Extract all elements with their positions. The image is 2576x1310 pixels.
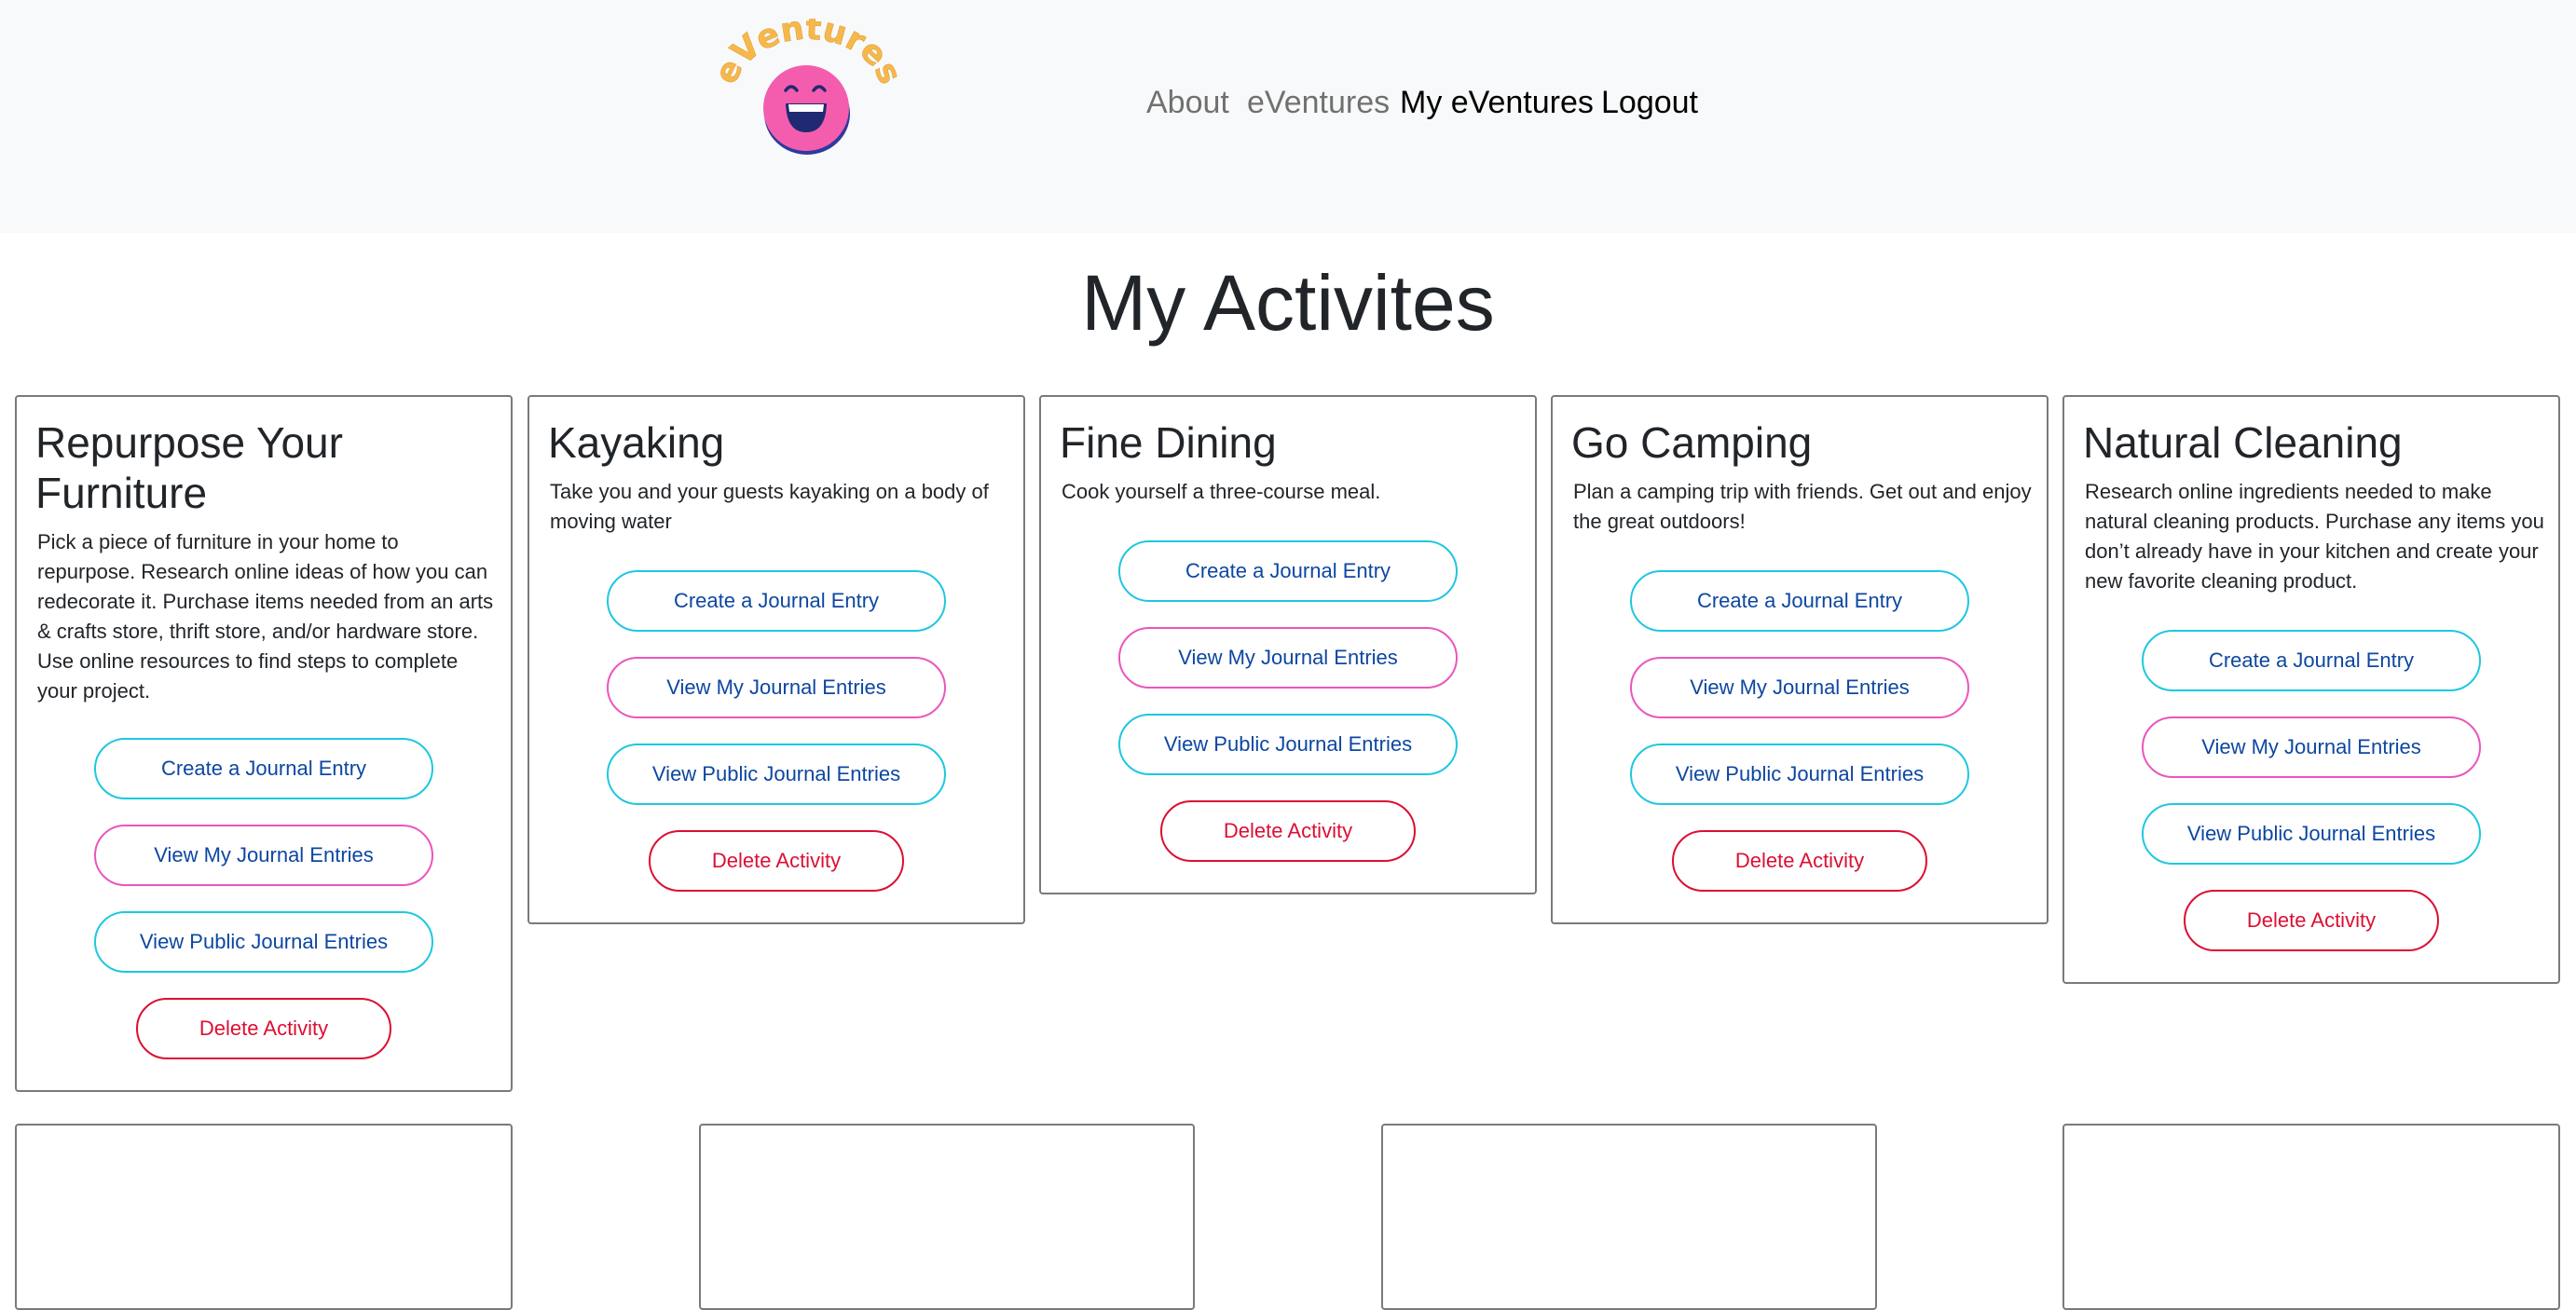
delete-activity-button[interactable]: Delete Activity xyxy=(1160,800,1416,862)
activity-card: Fine Dining Cook yourself a three-course… xyxy=(1039,395,1537,894)
activity-description: Take you and your guests kayaking on a b… xyxy=(550,480,989,533)
activity-title: Fine Dining xyxy=(1060,418,1277,467)
activity-card: Kayaking Take you and your guests kayaki… xyxy=(528,395,1025,924)
create-journal-entry-button[interactable]: Create a Journal Entry xyxy=(607,570,946,632)
create-journal-entry-button[interactable]: Create a Journal Entry xyxy=(94,738,433,799)
activity-card: Repurpose Your Furniture Pick a piece of… xyxy=(15,395,513,1092)
activity-card xyxy=(1381,1124,1877,1310)
activity-card xyxy=(2062,1124,2560,1310)
activity-title: Natural Cleaning xyxy=(2083,418,2403,467)
activity-description: Pick a piece of furniture in your home t… xyxy=(37,530,494,703)
create-journal-entry-button[interactable]: Create a Journal Entry xyxy=(1118,540,1458,602)
delete-activity-button[interactable]: Delete Activity xyxy=(649,830,904,892)
activity-title: Go Camping xyxy=(1571,418,1813,467)
nav-my-eventures-link[interactable]: My eVentures xyxy=(1400,82,1594,123)
create-journal-entry-button[interactable]: Create a Journal Entry xyxy=(1630,570,1969,632)
delete-activity-button[interactable]: Delete Activity xyxy=(1672,830,1927,892)
page-title: My Activites xyxy=(1081,259,1495,347)
view-public-journal-entries-button[interactable]: View Public Journal Entries xyxy=(607,744,946,805)
view-public-journal-entries-button[interactable]: View Public Journal Entries xyxy=(1118,714,1458,775)
view-public-journal-entries-button[interactable]: View Public Journal Entries xyxy=(94,911,433,973)
activity-description: Cook yourself a three-course meal. xyxy=(1062,480,1381,503)
view-my-journal-entries-button[interactable]: View My Journal Entries xyxy=(1630,657,1969,718)
view-my-journal-entries-button[interactable]: View My Journal Entries xyxy=(607,657,946,718)
activity-description: Plan a camping trip with friends. Get ou… xyxy=(1573,480,2032,533)
activity-card: Natural Cleaning Research online ingredi… xyxy=(2062,395,2560,984)
activity-description: Research online ingredients needed to ma… xyxy=(2085,480,2544,593)
navbar: eVentures About eVentures My eVentures L… xyxy=(0,0,2576,233)
nav-logout-link[interactable]: Logout xyxy=(1601,82,1698,123)
activity-card xyxy=(15,1124,513,1310)
view-my-journal-entries-button[interactable]: View My Journal Entries xyxy=(1118,627,1458,689)
view-public-journal-entries-button[interactable]: View Public Journal Entries xyxy=(2142,803,2481,865)
nav-eventures-link[interactable]: eVentures xyxy=(1247,82,1390,123)
activity-title: Repurpose Your Furniture xyxy=(35,418,343,517)
activity-card: Go Camping Plan a camping trip with frie… xyxy=(1551,395,2048,924)
activity-title: Kayaking xyxy=(548,418,725,467)
nav-about-link[interactable]: About xyxy=(1146,82,1229,123)
view-public-journal-entries-button[interactable]: View Public Journal Entries xyxy=(1630,744,1969,805)
eventures-logo-icon[interactable]: eVentures xyxy=(713,19,899,158)
delete-activity-button[interactable]: Delete Activity xyxy=(2184,890,2439,951)
create-journal-entry-button[interactable]: Create a Journal Entry xyxy=(2142,630,2481,691)
view-my-journal-entries-button[interactable]: View My Journal Entries xyxy=(94,825,433,886)
activity-card xyxy=(699,1124,1195,1310)
delete-activity-button[interactable]: Delete Activity xyxy=(136,998,391,1059)
view-my-journal-entries-button[interactable]: View My Journal Entries xyxy=(2142,716,2481,778)
